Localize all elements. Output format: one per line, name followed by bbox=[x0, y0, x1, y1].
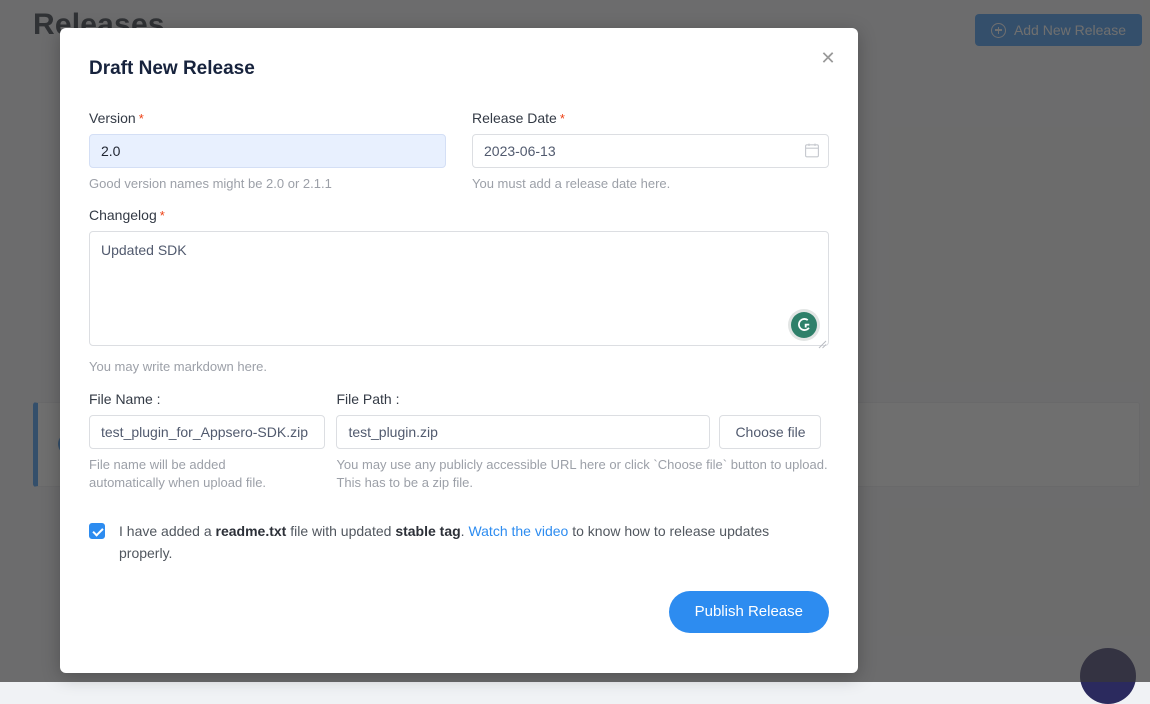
confirm-bold-stable-tag: stable tag bbox=[395, 523, 460, 539]
version-date-row: Version* Good version names might be 2.0… bbox=[89, 110, 829, 193]
confirm-text-2: file with updated bbox=[286, 523, 395, 539]
changelog-textarea[interactable] bbox=[89, 231, 829, 346]
file-path-input[interactable] bbox=[336, 415, 710, 449]
release-date-label: Release Date* bbox=[472, 110, 829, 126]
required-marker: * bbox=[160, 208, 165, 223]
confirmation-row: I have added a readme.txt file with upda… bbox=[89, 521, 829, 564]
confirm-bold-readme: readme.txt bbox=[216, 523, 287, 539]
file-name-hint: File name will be added automatically wh… bbox=[89, 456, 299, 491]
release-date-field-group: Release Date* You must add a release dat… bbox=[472, 110, 829, 193]
choose-file-button[interactable]: Choose file bbox=[719, 415, 821, 449]
file-name-input[interactable] bbox=[89, 415, 325, 449]
required-marker: * bbox=[139, 111, 144, 126]
file-name-field-group: File Name : File name will be added auto… bbox=[89, 391, 325, 491]
release-date-input[interactable] bbox=[472, 134, 829, 168]
release-date-input-wrapper[interactable] bbox=[472, 134, 829, 168]
version-field-group: Version* Good version names might be 2.0… bbox=[89, 110, 446, 193]
file-path-input-row: Choose file bbox=[336, 415, 829, 449]
confirm-text-1: I have added a bbox=[119, 523, 216, 539]
changelog-textarea-wrapper bbox=[89, 231, 829, 351]
changelog-hint: You may write markdown here. bbox=[89, 358, 829, 376]
version-input[interactable] bbox=[89, 134, 446, 168]
file-name-label: File Name : bbox=[89, 391, 325, 407]
file-path-label: File Path : bbox=[336, 391, 829, 407]
grammarly-g-glyph bbox=[796, 316, 813, 333]
changelog-label: Changelog* bbox=[89, 207, 829, 223]
modal-title: Draft New Release bbox=[89, 58, 255, 80]
required-marker: * bbox=[560, 111, 565, 126]
file-path-field-group: File Path : Choose file You may use any … bbox=[336, 391, 829, 491]
modal-footer: Publish Release bbox=[89, 591, 829, 633]
version-hint: Good version names might be 2.0 or 2.1.1 bbox=[89, 175, 446, 193]
readme-confirmation-checkbox[interactable] bbox=[89, 523, 105, 539]
version-label: Version* bbox=[89, 110, 446, 126]
file-path-hint: You may use any publicly accessible URL … bbox=[336, 456, 828, 491]
file-row: File Name : File name will be added auto… bbox=[89, 391, 829, 491]
modal-body: Version* Good version names might be 2.0… bbox=[89, 110, 829, 633]
grammarly-icon[interactable] bbox=[791, 312, 817, 338]
confirmation-text: I have added a readme.txt file with upda… bbox=[119, 521, 809, 564]
draft-new-release-modal: ✕ Draft New Release Version* Good versio… bbox=[60, 28, 858, 673]
publish-release-button[interactable]: Publish Release bbox=[669, 591, 829, 633]
changelog-field-group: Changelog* You may write markdown here. bbox=[89, 207, 829, 376]
release-date-hint: You must add a release date here. bbox=[472, 175, 829, 193]
watch-the-video-link[interactable]: Watch the video bbox=[468, 523, 568, 539]
close-icon[interactable]: ✕ bbox=[814, 44, 842, 72]
